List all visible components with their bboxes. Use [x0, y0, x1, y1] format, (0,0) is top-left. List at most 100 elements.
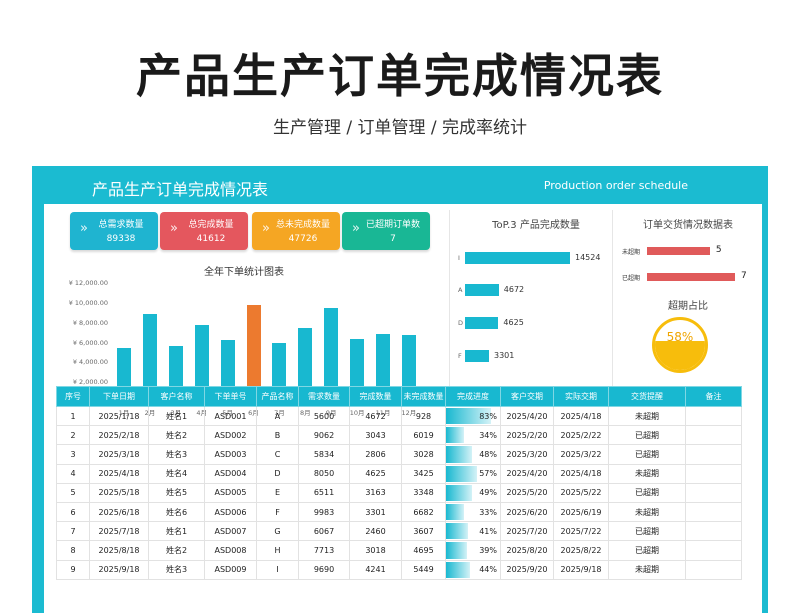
- column-header[interactable]: 产品名称: [256, 386, 299, 407]
- kpi-value: 7: [390, 234, 396, 244]
- table-cell-demand: 9983: [298, 501, 350, 523]
- table-cell-date: 2025/4/18: [89, 463, 149, 484]
- table-cell-actual: 2025/3/22: [553, 444, 609, 465]
- column-header[interactable]: 序号: [56, 386, 90, 407]
- column-header[interactable]: 实际交期: [553, 386, 609, 407]
- overdue-ratio-title: 超期占比: [668, 301, 708, 312]
- table-cell-product: I: [256, 559, 299, 580]
- table-cell-done: 3043: [349, 425, 402, 446]
- table-row[interactable]: 8 2025/8/18 姓名2 ASD008 H 7713 3018 4695 39% 2025/…: [56, 540, 742, 561]
- table-cell-no: 7: [56, 521, 90, 542]
- top-product-bar: [465, 350, 489, 362]
- y-tick-label: ¥ 2,000.00: [72, 378, 108, 387]
- table-cell-due: 2025/9/20: [500, 559, 554, 580]
- column-header[interactable]: 未完成数量: [401, 386, 446, 407]
- table-cell-note: [685, 425, 742, 446]
- kpi-card[interactable]: » 总需求数量 89338: [70, 212, 158, 250]
- table-cell-due: 2025/3/20: [500, 444, 554, 465]
- table-cell-actual: 2025/9/18: [553, 559, 609, 580]
- table-cell-remind: 未超期: [608, 559, 686, 580]
- table-cell-undone: 3425: [401, 463, 446, 484]
- table-cell-date: 2025/2/18: [89, 425, 149, 446]
- table-cell-actual: 2025/5/22: [553, 482, 609, 503]
- progress-value: 34%: [479, 430, 497, 440]
- kpi-label: 总未完成数量: [275, 220, 330, 230]
- sheet-title: 产品生产订单完成情况表: [92, 180, 269, 199]
- page-subtitle: 生产管理 / 订单管理 / 完成率统计: [272, 118, 528, 138]
- table-cell-order: ASD005: [204, 482, 257, 503]
- table-cell-customer: 姓名1: [148, 521, 205, 542]
- column-header[interactable]: 交货提醒: [608, 386, 686, 407]
- table-cell-customer: 姓名6: [148, 501, 205, 523]
- table-cell-product: G: [256, 521, 299, 542]
- table-cell-demand: 7713: [298, 540, 350, 561]
- table-cell-order: ASD001: [204, 405, 257, 427]
- column-header[interactable]: 需求数量: [298, 386, 350, 407]
- table-cell-order: ASD004: [204, 463, 257, 484]
- column-header[interactable]: 完成数量: [349, 386, 402, 407]
- progress-value: 83%: [479, 411, 497, 421]
- table-cell-customer: 姓名5: [148, 482, 205, 503]
- table-cell-remind: 已超期: [608, 425, 686, 446]
- table-cell-done: 4241: [349, 559, 402, 580]
- table-cell-due: 2025/4/20: [500, 405, 554, 427]
- table-cell-due: 2025/4/20: [500, 463, 554, 484]
- table-cell-no: 3: [56, 444, 90, 465]
- top-product-label: I: [458, 254, 460, 262]
- kpi-card[interactable]: » 总完成数量 41612: [160, 212, 248, 250]
- table-cell-no: 6: [56, 501, 90, 523]
- table-cell-customer: 姓名3: [148, 444, 205, 465]
- table-cell-date: 2025/9/18: [89, 559, 149, 580]
- table-cell-undone: 4695: [401, 540, 446, 561]
- table-cell-order: ASD007: [204, 521, 257, 542]
- panel-divider: [449, 210, 450, 388]
- column-header[interactable]: 下单日期: [89, 386, 149, 407]
- top-products-title: ToP.3 产品完成数量: [492, 220, 580, 231]
- overdue-gauge: 58%: [652, 317, 708, 373]
- table-cell-undone: 6682: [401, 501, 446, 523]
- progress-bar: [446, 523, 469, 540]
- progress-value: 48%: [479, 449, 497, 459]
- table-row[interactable]: 5 2025/5/18 姓名5 ASD005 E 6511 3163 3348 49% 2025/…: [56, 482, 742, 503]
- table-cell-note: [685, 521, 742, 542]
- table-row[interactable]: 3 2025/3/18 姓名3 ASD003 C 5834 2806 3028 48% 2025/…: [56, 444, 742, 465]
- table-cell-remind: 已超期: [608, 482, 686, 503]
- table-cell-note: [685, 444, 742, 465]
- table-row[interactable]: 2 2025/2/18 姓名2 ASD002 B 9062 3043 6019 34% 2025/…: [56, 425, 742, 446]
- kpi-card[interactable]: » 已超期订单数 7: [342, 212, 430, 250]
- table-cell-date: 2025/7/18: [89, 521, 149, 542]
- column-header[interactable]: 客户交期: [500, 386, 554, 407]
- progress-value: 41%: [479, 526, 497, 536]
- table-row[interactable]: 7 2025/7/18 姓名1 ASD007 G 6067 2460 3607 41% 2025/…: [56, 521, 742, 542]
- table-cell-remind: 已超期: [608, 521, 686, 542]
- column-header[interactable]: 下单单号: [204, 386, 257, 407]
- table-cell-progress: 57%: [445, 463, 501, 484]
- y-tick-label: ¥ 10,000.00: [68, 298, 108, 307]
- progress-bar: [446, 503, 464, 521]
- table-row[interactable]: 9 2025/9/18 姓名3 ASD009 I 9690 4241 5449 44% 2025/…: [56, 559, 742, 580]
- column-header[interactable]: 完成进度: [445, 386, 501, 407]
- y-tick-label: ¥ 8,000.00: [72, 318, 108, 327]
- column-header[interactable]: 备注: [685, 386, 742, 407]
- report-sheet: 产品生产订单完成情况表 Production order schedule » 总…: [32, 166, 768, 613]
- top-product-bar: [465, 317, 499, 329]
- table-row[interactable]: 6 2025/6/18 姓名6 ASD006 F 9983 3301 6682 33% 2025/…: [56, 501, 742, 523]
- report-body: » 总需求数量 89338» 总完成数量 41612» 总未完成数量 47726» 已超期订单…: [44, 204, 762, 613]
- table-row[interactable]: 4 2025/4/18 姓名4 ASD004 D 8050 4625 3425 57% 2025/…: [56, 463, 742, 484]
- table-row[interactable]: 1 2025/1/18 姓名1 ASD001 A 5600 4672 928 83% 2025/4…: [56, 405, 742, 427]
- table-cell-actual: 2025/4/18: [553, 463, 609, 484]
- progress-bar: [446, 484, 473, 501]
- table-cell-progress: 83%: [445, 405, 501, 427]
- table-cell-due: 2025/5/20: [500, 482, 554, 503]
- table-cell-product: F: [256, 501, 299, 523]
- kpi-card[interactable]: » 总未完成数量 47726: [252, 212, 340, 250]
- kpi-label: 已超期订单数: [365, 220, 420, 230]
- table-cell-note: [685, 501, 742, 523]
- y-tick-label: ¥ 6,000.00: [72, 338, 108, 347]
- table-cell-date: 2025/6/18: [89, 501, 149, 523]
- table-cell-remind: 未超期: [608, 463, 686, 484]
- progress-value: 33%: [479, 507, 497, 517]
- kpi-label: 总完成数量: [188, 220, 234, 230]
- table-cell-remind: 已超期: [608, 540, 686, 561]
- column-header[interactable]: 客户名称: [148, 386, 205, 407]
